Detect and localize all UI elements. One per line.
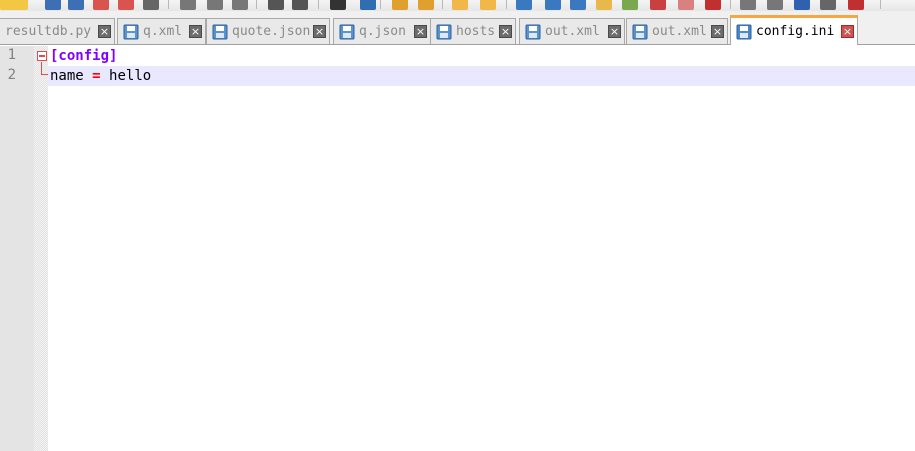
- tab-q-json[interactable]: q.json ×: [333, 18, 431, 44]
- tab-config-ini[interactable]: config.ini ×: [730, 15, 858, 45]
- close-tab-icon[interactable]: ×: [608, 25, 621, 38]
- save-icon[interactable]: [45, 0, 61, 10]
- tab-label: config.ini: [756, 24, 835, 39]
- token-assign: =: [92, 68, 101, 84]
- spell-check-icon[interactable]: [848, 0, 864, 10]
- floppy-disk-icon: [525, 24, 541, 40]
- tab-label: out.xml: [545, 24, 600, 39]
- line-number-gutter: 1 2: [0, 46, 34, 451]
- macro-stop-icon[interactable]: [740, 0, 756, 10]
- toolbar-separator: [256, 0, 257, 9]
- paste-icon[interactable]: [232, 0, 248, 10]
- macro-run-multiple-icon[interactable]: [794, 0, 810, 10]
- toolbar-separator: [380, 0, 381, 9]
- tab-label: hosts: [456, 24, 496, 39]
- zoom-out-icon[interactable]: [418, 0, 434, 10]
- token-section: [config]: [50, 48, 118, 64]
- word-wrap-icon[interactable]: [516, 0, 532, 10]
- close-tab-icon[interactable]: ×: [313, 25, 326, 38]
- close-tab-icon[interactable]: ×: [189, 25, 202, 38]
- macro-record-icon[interactable]: [705, 0, 721, 10]
- replace-icon[interactable]: [360, 0, 376, 10]
- monitoring-icon[interactable]: [678, 0, 694, 10]
- close-all-icon[interactable]: [118, 0, 134, 10]
- tab-quote-json[interactable]: quote.json ×: [206, 18, 330, 44]
- close-tab-icon[interactable]: ×: [841, 25, 854, 38]
- open-file-icon[interactable]: [12, 0, 28, 10]
- tab-q-xml[interactable]: q.xml ×: [117, 18, 206, 44]
- fold-collapse-icon[interactable]: [37, 51, 47, 61]
- toolbar-separator: [880, 0, 881, 9]
- tab-out-xml-1[interactable]: out.xml ×: [519, 18, 625, 44]
- tab-label: q.json: [359, 24, 406, 39]
- floppy-disk-icon: [632, 24, 648, 40]
- close-icon[interactable]: [93, 0, 109, 10]
- doc-map-icon[interactable]: [596, 0, 612, 10]
- line-number: 1: [7, 47, 16, 63]
- line-number: 2: [7, 67, 16, 83]
- macro-save-icon[interactable]: [820, 0, 836, 10]
- code-line[interactable]: [config]: [48, 46, 915, 66]
- token-value: hello: [109, 68, 152, 84]
- tab-out-xml-2[interactable]: out.xml ×: [626, 18, 728, 44]
- main-toolbar: [0, 0, 915, 11]
- fold-margin[interactable]: [34, 46, 48, 451]
- print-icon[interactable]: [143, 0, 159, 10]
- floppy-disk-icon: [436, 24, 452, 40]
- close-tab-icon[interactable]: ×: [414, 25, 427, 38]
- show-all-icon[interactable]: [545, 0, 561, 10]
- undo-icon[interactable]: [268, 0, 284, 10]
- code-line[interactable]: name = hello: [48, 66, 915, 86]
- close-tab-icon[interactable]: ×: [499, 25, 512, 38]
- toolbar-separator: [318, 0, 319, 9]
- close-tab-icon[interactable]: ×: [98, 25, 111, 38]
- indent-guide-icon[interactable]: [570, 0, 586, 10]
- toolbar-separator: [730, 0, 731, 9]
- close-tab-icon[interactable]: ×: [711, 25, 724, 38]
- floppy-disk-icon: [339, 24, 355, 40]
- tab-label: quote.json: [232, 24, 311, 39]
- tab-hosts[interactable]: hosts ×: [430, 18, 516, 44]
- redo-icon[interactable]: [292, 0, 308, 10]
- toolbar-separator: [168, 0, 169, 9]
- sync-h-icon[interactable]: [480, 0, 496, 10]
- tab-label: resultdb.py: [5, 24, 92, 39]
- floppy-disk-icon: [212, 24, 228, 40]
- sync-v-icon[interactable]: [452, 0, 468, 10]
- toolbar-separator: [442, 0, 443, 9]
- editor-pane[interactable]: 1 2 [config] name = hello: [0, 46, 915, 451]
- cut-icon[interactable]: [180, 0, 196, 10]
- tab-label: out.xml: [652, 24, 707, 39]
- floppy-disk-icon: [123, 24, 139, 40]
- save-all-icon[interactable]: [68, 0, 84, 10]
- document-tab-bar: resultdb.py × q.xml × quote.json × q.json × host…: [0, 11, 915, 45]
- toolbar-separator: [506, 0, 507, 9]
- find-icon[interactable]: [330, 0, 346, 10]
- floppy-disk-icon: [736, 24, 752, 40]
- function-list-icon[interactable]: [622, 0, 638, 10]
- copy-icon[interactable]: [207, 0, 223, 10]
- zoom-in-icon[interactable]: [392, 0, 408, 10]
- tab-resultdb-py[interactable]: resultdb.py ×: [0, 18, 115, 44]
- token-key: name: [50, 68, 84, 84]
- tab-label: q.xml: [143, 24, 183, 39]
- folder-workspace-icon[interactable]: [650, 0, 666, 10]
- macro-play-icon[interactable]: [767, 0, 783, 10]
